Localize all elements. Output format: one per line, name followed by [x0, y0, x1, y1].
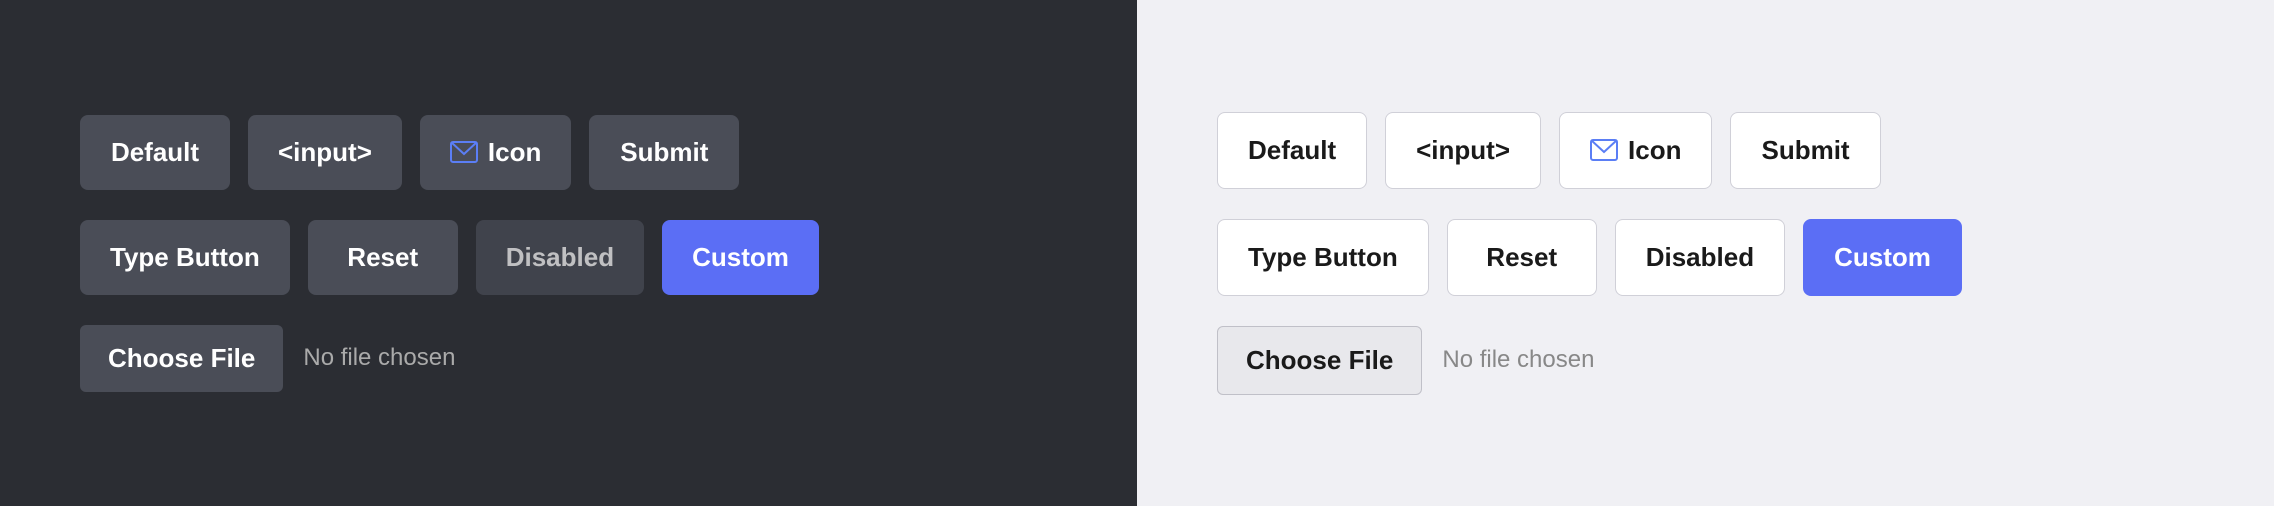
dark-row-2: Type Button Reset Disabled Custom: [80, 220, 819, 295]
dark-disabled-button: Disabled: [476, 220, 644, 295]
light-typebutton-button[interactable]: Type Button: [1217, 219, 1429, 296]
mail-icon-light: [1590, 139, 1618, 161]
light-input-button[interactable]: <input>: [1385, 112, 1541, 189]
light-file-label: No file chosen: [1442, 346, 1594, 374]
dark-input-button[interactable]: <input>: [248, 115, 402, 190]
light-file-row: Choose File No file chosen: [1217, 326, 1594, 395]
dark-typebutton-button[interactable]: Type Button: [80, 220, 290, 295]
light-choose-file-button[interactable]: Choose File: [1217, 326, 1422, 395]
dark-submit-button[interactable]: Submit: [589, 115, 739, 190]
dark-panel: Default <input> Icon Submit Type Button …: [0, 0, 1137, 506]
dark-file-row: Choose File No file chosen: [80, 325, 455, 392]
dark-icon-button[interactable]: Icon: [420, 115, 571, 190]
mail-icon: [450, 141, 478, 163]
light-icon-button-label: Icon: [1628, 135, 1681, 166]
light-reset-button[interactable]: Reset: [1447, 219, 1597, 296]
dark-icon-button-label: Icon: [488, 137, 541, 168]
light-custom-button[interactable]: Custom: [1803, 219, 1962, 296]
light-submit-button[interactable]: Submit: [1730, 112, 1880, 189]
dark-file-label: No file chosen: [303, 344, 455, 372]
light-row-1: Default <input> Icon Submit: [1217, 112, 1881, 189]
light-row-2: Type Button Reset Disabled Custom: [1217, 219, 1962, 296]
dark-custom-button[interactable]: Custom: [662, 220, 819, 295]
dark-default-button[interactable]: Default: [80, 115, 230, 190]
dark-reset-button[interactable]: Reset: [308, 220, 458, 295]
light-icon-button[interactable]: Icon: [1559, 112, 1712, 189]
dark-choose-file-button[interactable]: Choose File: [80, 325, 283, 392]
light-panel: Default <input> Icon Submit Type Button …: [1137, 0, 2274, 506]
light-disabled-button: Disabled: [1615, 219, 1785, 296]
dark-row-1: Default <input> Icon Submit: [80, 115, 739, 190]
light-default-button[interactable]: Default: [1217, 112, 1367, 189]
